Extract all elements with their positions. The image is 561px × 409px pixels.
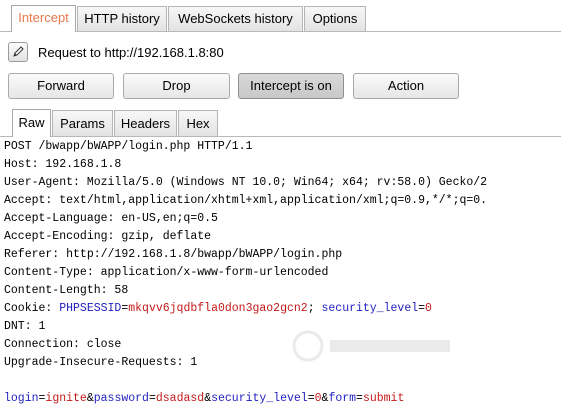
request-info-row: Request to http://192.168.1.8:80 bbox=[8, 42, 553, 64]
forward-button[interactable]: Forward bbox=[8, 73, 114, 99]
body-param-value: 0 bbox=[314, 392, 322, 405]
cookie-value-phpsessid: mkqvv6jqdbfla0don3gao2gcn2 bbox=[128, 302, 308, 315]
header-host: Host: 192.168.1.8 bbox=[4, 158, 122, 171]
subtab-divider bbox=[0, 136, 561, 137]
tab-hex[interactable]: Hex bbox=[178, 110, 218, 136]
cookie-name-phpsessid: PHPSESSID bbox=[59, 302, 122, 315]
header-accept: Accept: text/html,application/xhtml+xml,… bbox=[4, 194, 488, 207]
header-content-length: Content-Length: 58 bbox=[4, 284, 129, 297]
header-dnt: DNT: 1 bbox=[4, 320, 46, 333]
tab-divider bbox=[0, 31, 561, 32]
message-view-tabs: Raw Params Headers Hex bbox=[0, 109, 561, 137]
body-amp: & bbox=[86, 392, 94, 405]
cookie-separator: ; bbox=[307, 302, 322, 315]
body-param-name: login bbox=[4, 392, 39, 405]
body-equals: = bbox=[307, 392, 315, 405]
raw-request-editor[interactable]: POST /bwapp/bWAPP/login.php HTTP/1.1 Hos… bbox=[0, 138, 561, 409]
header-connection: Connection: close bbox=[4, 338, 122, 351]
tab-websockets-history[interactable]: WebSockets history bbox=[168, 6, 303, 31]
cookie-prefix: Cookie: bbox=[4, 302, 60, 315]
header-upgrade-insecure-requests: Upgrade-Insecure-Requests: 1 bbox=[4, 356, 198, 369]
drop-button[interactable]: Drop bbox=[123, 73, 230, 99]
edit-pencil-icon[interactable] bbox=[8, 42, 28, 62]
tab-params[interactable]: Params bbox=[52, 110, 113, 136]
cookie-value-security-level: 0 bbox=[425, 302, 432, 315]
header-content-type: Content-Type: application/x-www-form-url… bbox=[4, 266, 329, 279]
header-accept-language: Accept-Language: en-US,en;q=0.5 bbox=[4, 212, 218, 225]
body-param-name: security_level bbox=[211, 392, 308, 405]
body-param-value: dsadasd bbox=[155, 392, 205, 405]
top-tab-bar: Intercept HTTP history WebSockets histor… bbox=[0, 0, 561, 32]
watermark-logo bbox=[292, 330, 450, 362]
request-target-label: Request to http://192.168.1.8:80 bbox=[38, 45, 224, 60]
body-param-value: ignite bbox=[45, 392, 87, 405]
tab-http-history[interactable]: HTTP history bbox=[77, 6, 167, 31]
intercept-toggle-button[interactable]: Intercept is on bbox=[238, 73, 344, 99]
body-param-name: password bbox=[93, 392, 149, 405]
tab-raw[interactable]: Raw bbox=[12, 109, 51, 137]
header-cookie: Cookie: PHPSESSID = mkqvv6jqdbfla0don3gao2… bbox=[4, 300, 432, 318]
body-equals: = bbox=[148, 392, 156, 405]
cookie-equals: = bbox=[418, 302, 426, 315]
action-button[interactable]: Action bbox=[353, 73, 459, 99]
body-param-name: form bbox=[328, 392, 357, 405]
tab-options[interactable]: Options bbox=[304, 6, 366, 31]
cookie-name-security-level: security_level bbox=[321, 302, 419, 315]
request-line: POST /bwapp/bWAPP/login.php HTTP/1.1 bbox=[4, 140, 253, 153]
header-accept-encoding: Accept-Encoding: gzip, deflate bbox=[4, 230, 212, 243]
body-param-value: submit bbox=[362, 392, 405, 405]
body-equals: = bbox=[356, 392, 363, 405]
tab-intercept[interactable]: Intercept bbox=[11, 5, 76, 32]
header-user-agent: User-Agent: Mozilla/5.0 (Windows NT 10.0… bbox=[4, 176, 488, 189]
header-referer: Referer: http://192.168.1.8/bwapp/bWAPP/… bbox=[4, 248, 343, 261]
tab-headers[interactable]: Headers bbox=[114, 110, 177, 136]
request-body: login=ignite&password=dsadasd&security_l… bbox=[4, 390, 404, 408]
